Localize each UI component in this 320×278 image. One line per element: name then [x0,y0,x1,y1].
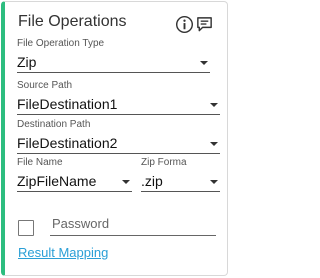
source-path-label: Source Path [17,80,73,91]
operation-type-value: Zip [17,54,37,70]
destination-path-select[interactable]: FileDestination2 [17,132,220,154]
chevron-down-icon [210,180,218,184]
operation-type-select[interactable]: Zip [17,51,210,73]
file-name-label: File Name [17,157,63,168]
card-title: File Operations [18,13,127,30]
chevron-down-icon [200,61,208,65]
destination-path-value: FileDestination2 [17,135,118,151]
password-input[interactable] [50,212,216,236]
chevron-down-icon [210,103,218,107]
destination-path-label: Destination Path [17,119,91,130]
chevron-down-icon [210,142,218,146]
zip-format-select[interactable]: .zip [141,170,220,192]
operation-type-label: File Operation Type [17,38,105,49]
source-path-value: FileDestination1 [17,96,118,112]
password-checkbox[interactable] [18,220,34,236]
file-name-select[interactable]: ZipFileName [17,170,132,192]
file-operations-card: File Operations File Operation Type Zip … [1,1,228,276]
comment-icon[interactable] [195,15,214,34]
file-name-value: ZipFileName [17,173,97,189]
card-header-icons [175,15,214,34]
info-icon[interactable] [175,15,194,34]
zip-format-label: Zip Forma [141,157,187,168]
zip-format-value: .zip [141,173,163,189]
source-path-select[interactable]: FileDestination1 [17,93,220,115]
result-mapping-link[interactable]: Result Mapping [18,245,108,260]
chevron-down-icon [122,180,130,184]
